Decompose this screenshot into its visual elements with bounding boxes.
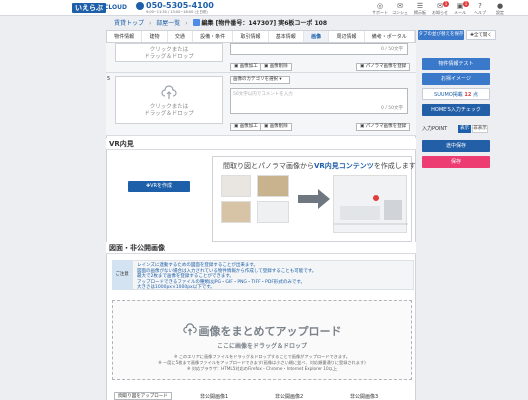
vr-banner[interactable]: 間取り図とパノラマ画像からVR内見コンテンツを作成します	[212, 156, 416, 242]
edit-icon	[192, 19, 200, 26]
arrow-right-icon	[298, 189, 330, 209]
point-hide-button[interactable]: 非表示	[472, 125, 488, 133]
suumo-count[interactable]: SUUMO掲載 12 点	[422, 88, 490, 100]
comment-placeholder: 50文字以内でコメントを入力	[233, 92, 293, 97]
image-button[interactable]: お掃イメージ	[422, 73, 490, 85]
user-icon[interactable]: ●	[492, 2, 508, 10]
property-test-button[interactable]: 物件情報テスト	[422, 58, 490, 70]
vr-preview-image	[333, 175, 408, 233]
mail-label: メール	[454, 10, 466, 15]
homes-check-button[interactable]: HOME'S入力チェック	[422, 104, 490, 116]
bulk-upload-subtitle: ここに画像をドラッグ＆ドロップ	[216, 343, 307, 350]
user-label: 設定	[496, 10, 504, 15]
page: いえらぶ CLOUD 050-5305-4100 9:00~11:30 / 13…	[0, 0, 528, 400]
tab-building[interactable]: 建物	[142, 31, 168, 42]
private-image-caption: 非公開画像2	[275, 394, 304, 400]
dropzone-hint: クリックまたは ドラッグ＆ドロップ	[144, 104, 194, 117]
logo[interactable]: いえらぶ	[72, 3, 106, 13]
char-count: 0 / 50文字	[381, 47, 403, 52]
row-number: 5	[107, 76, 111, 82]
support-icon[interactable]: ◎	[372, 2, 388, 10]
tab-transaction[interactable]: 取引情報	[233, 31, 269, 42]
input-point-label: 入力POINT	[422, 126, 448, 132]
concierge-label: コンシェ	[392, 10, 408, 15]
tab-equipment[interactable]: 設備・条件	[193, 31, 234, 42]
image-category-select[interactable]: 画像のカテゴリを選択 ▾	[230, 76, 290, 84]
logo-sub: CLOUD	[104, 4, 127, 11]
tab-bar: 物件情報 建物 交通 設備・条件 取引情報 基本情報 画像 周辺情報 備考・ポー…	[106, 30, 416, 43]
upload-cloud-icon	[161, 85, 177, 99]
input-point-toggle: 入力POINT 表示 非表示	[422, 124, 490, 134]
bulk-upload-note: ※ 対応ブラウザ：HTML5対応のFirefox・Chrome・Internet…	[186, 366, 338, 371]
char-count: 0 / 50文字	[381, 106, 403, 111]
forum-label: 掲示板	[414, 10, 426, 15]
tab-transport[interactable]: 交通	[168, 31, 193, 42]
vr-room-illustration	[334, 195, 408, 225]
tab-images[interactable]: 画像	[303, 31, 330, 42]
tab-portal[interactable]: 備考・ポータル	[365, 31, 415, 42]
image-delete-button[interactable]: ▣ 画像削除	[260, 123, 292, 131]
private-image-caption: 非公開画像3	[350, 394, 379, 400]
vr-section-title: VR内見	[106, 138, 416, 150]
room-thumbnail	[257, 201, 289, 223]
vr-banner-title: 間取り図とパノラマ画像からVR内見コンテンツを作成します	[223, 162, 416, 170]
room-thumbnail	[257, 175, 289, 197]
floorplan-section-title: 図面・非公開画像	[106, 242, 416, 254]
phone-icon	[136, 2, 144, 10]
image-row-5: 5 クリックまたは ドラッグ＆ドロップ 画像のカテゴリを選択 ▾ 50文字以内で…	[106, 73, 416, 136]
create-vr-button[interactable]: ✚VRを作成	[128, 181, 190, 192]
image-edit-button[interactable]: ▣ 画像加工	[230, 63, 262, 71]
tab-property[interactable]: 物件情報	[107, 31, 143, 42]
comment-textarea[interactable]: 50文字以内でコメントを入力 0 / 50文字	[230, 88, 408, 114]
bulk-upload-dropzone[interactable]: 画像をまとめてアップロード ここに画像をドラッグ＆ドロップ ※ このエリアに画像…	[112, 300, 412, 380]
panorama-button[interactable]: ▣ パノラマ画像を登録	[356, 123, 411, 131]
breadcrumb-separator: ›	[185, 20, 188, 27]
page-title: 編集 [物件番号：147307] 実6板コーポ 108	[201, 20, 328, 27]
breadcrumb-separator: ›	[148, 20, 152, 27]
image-upload-dropzone[interactable]: クリックまたは ドラッグ＆ドロップ	[115, 76, 223, 124]
notice-tag: ご注意	[112, 260, 132, 290]
image-row-4: クリックまたは ドラッグ＆ドロップ 0 / 50文字 ▣ 画像加工 ▣ 画像削除…	[106, 43, 416, 73]
panorama-button[interactable]: ▣ パノラマ画像を登録	[356, 63, 411, 71]
image-upload-dropzone[interactable]: クリックまたは ドラッグ＆ドロップ	[115, 43, 223, 62]
dropzone-hint: クリックまたは ドラッグ＆ドロップ	[144, 47, 194, 60]
tab-surroundings[interactable]: 周辺情報	[329, 31, 365, 42]
top-header: いえらぶ CLOUD 050-5305-4100 9:00~11:30 / 13…	[0, 0, 528, 16]
mail-badge: 1	[463, 1, 469, 7]
point-show-button[interactable]: 表示	[458, 125, 471, 133]
forum-icon[interactable]: ☰	[412, 2, 428, 10]
help-icon[interactable]: ?	[472, 2, 488, 10]
breadcrumb-room-list[interactable]: 部屋一覧	[156, 20, 180, 27]
floorplan-thumbnail	[221, 175, 251, 197]
image-edit-button[interactable]: ▣ 画像加工	[230, 123, 262, 131]
room-thumbnail	[221, 201, 251, 223]
private-image-caption: 非公開画像1	[200, 394, 229, 400]
save-button[interactable]: 保存	[422, 156, 490, 168]
comment-textarea[interactable]: 0 / 50文字	[230, 43, 408, 55]
tab-basic[interactable]: 基本情報	[269, 31, 304, 42]
notice-label: お知らせ	[432, 10, 448, 15]
upload-cloud-icon	[182, 323, 197, 336]
notice-box: レインズに連動するための図面を登録することが出来ます。 図面の画像がない場合は入…	[132, 260, 414, 290]
help-label: ヘルプ	[474, 10, 486, 15]
support-hours: 9:00~11:30 / 13:00~18:00 (土日祝)	[146, 10, 208, 14]
breadcrumb: 賃貸トップ › 部屋一覧 › 編集 [物件番号：147307] 実6板コーポ 1…	[114, 18, 327, 27]
expand-all-button[interactable]: ✚全て開く	[466, 30, 496, 40]
save-draft-button[interactable]: 途中保存	[422, 140, 490, 152]
upload-floorplan-button[interactable]: 間取り図をアップロード	[114, 392, 172, 400]
support-label: サポート	[372, 10, 388, 15]
concierge-icon[interactable]: ✉	[392, 2, 408, 10]
bulk-upload-title: 画像をまとめてアップロード	[113, 323, 411, 339]
breadcrumb-home[interactable]: 賃貸トップ	[114, 20, 144, 27]
notice-line: 大きさは1000px×1000px以下です。	[137, 285, 215, 291]
save-tab-order-button[interactable]: タブの並び替えを保存	[418, 30, 464, 40]
notice-badge: 1	[443, 1, 449, 7]
support-phone: 050-5305-4100	[146, 1, 214, 10]
image-delete-button[interactable]: ▣ 画像削除	[260, 63, 292, 71]
